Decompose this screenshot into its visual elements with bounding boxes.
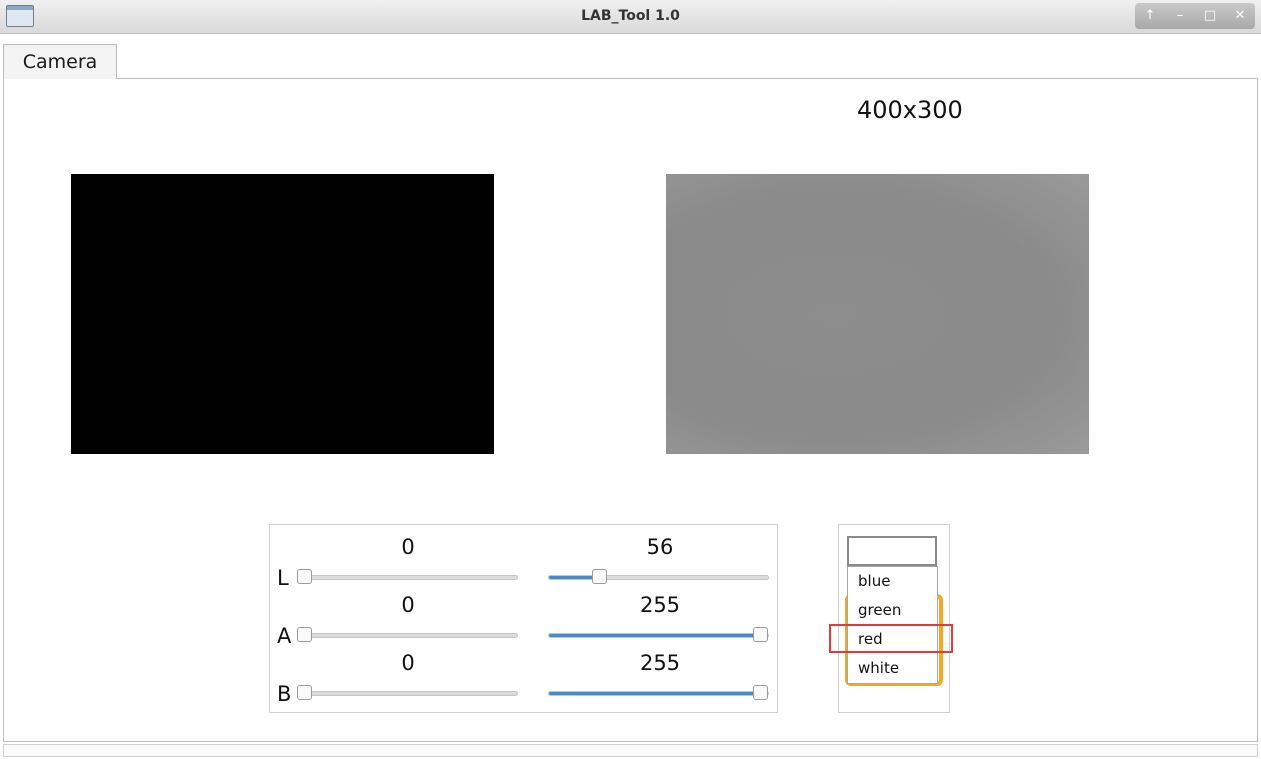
l-max-slider[interactable] <box>548 569 769 584</box>
l-max-handle[interactable] <box>592 569 608 584</box>
b-max-fill <box>549 692 763 695</box>
status-bar <box>3 744 1258 757</box>
title-bar: LAB_Tool 1.0 ↑ – □ ✕ <box>0 0 1261 34</box>
b-max-handle[interactable] <box>753 685 768 700</box>
b-channel-label: B <box>277 682 292 706</box>
b-min-handle[interactable] <box>297 685 312 700</box>
l-channel-label: L <box>277 566 289 590</box>
resolution-label: 400x300 <box>857 96 963 124</box>
close-icon[interactable]: ✕ <box>1229 6 1251 26</box>
color-option-white[interactable]: white <box>858 659 899 677</box>
lab-slider-group: 0 56 L 0 255 A 0 255 B <box>269 524 778 713</box>
maximize-icon[interactable]: □ <box>1199 6 1221 26</box>
l-min-slider[interactable] <box>297 569 518 584</box>
selected-option-highlight <box>829 624 953 653</box>
a-min-value: 0 <box>401 593 415 617</box>
b-min-value: 0 <box>401 651 415 675</box>
color-option-blue[interactable]: blue <box>858 572 890 590</box>
window-controls: ↑ – □ ✕ <box>1135 3 1255 29</box>
l-min-value: 0 <box>401 535 415 559</box>
mask-preview-image <box>71 174 494 454</box>
camera-feed-image <box>666 174 1089 454</box>
color-option-green[interactable]: green <box>858 601 901 619</box>
color-combo-input[interactable] <box>847 536 937 566</box>
a-max-fill <box>549 634 763 637</box>
a-max-handle[interactable] <box>753 627 768 642</box>
a-max-value: 255 <box>639 593 681 617</box>
l-min-handle[interactable] <box>297 569 312 584</box>
minimize-icon[interactable]: – <box>1169 6 1191 26</box>
a-min-handle[interactable] <box>297 627 312 642</box>
a-max-slider[interactable] <box>548 627 769 642</box>
b-min-slider[interactable] <box>297 685 518 700</box>
b-max-value: 255 <box>639 651 681 675</box>
window-title: LAB_Tool 1.0 <box>581 8 680 24</box>
keep-above-icon[interactable]: ↑ <box>1139 6 1161 26</box>
b-max-slider[interactable] <box>548 685 769 700</box>
l-max-value: 56 <box>646 535 674 559</box>
a-channel-label: A <box>277 624 292 648</box>
tab-camera[interactable]: Camera <box>3 44 117 79</box>
a-min-slider[interactable] <box>297 627 518 642</box>
